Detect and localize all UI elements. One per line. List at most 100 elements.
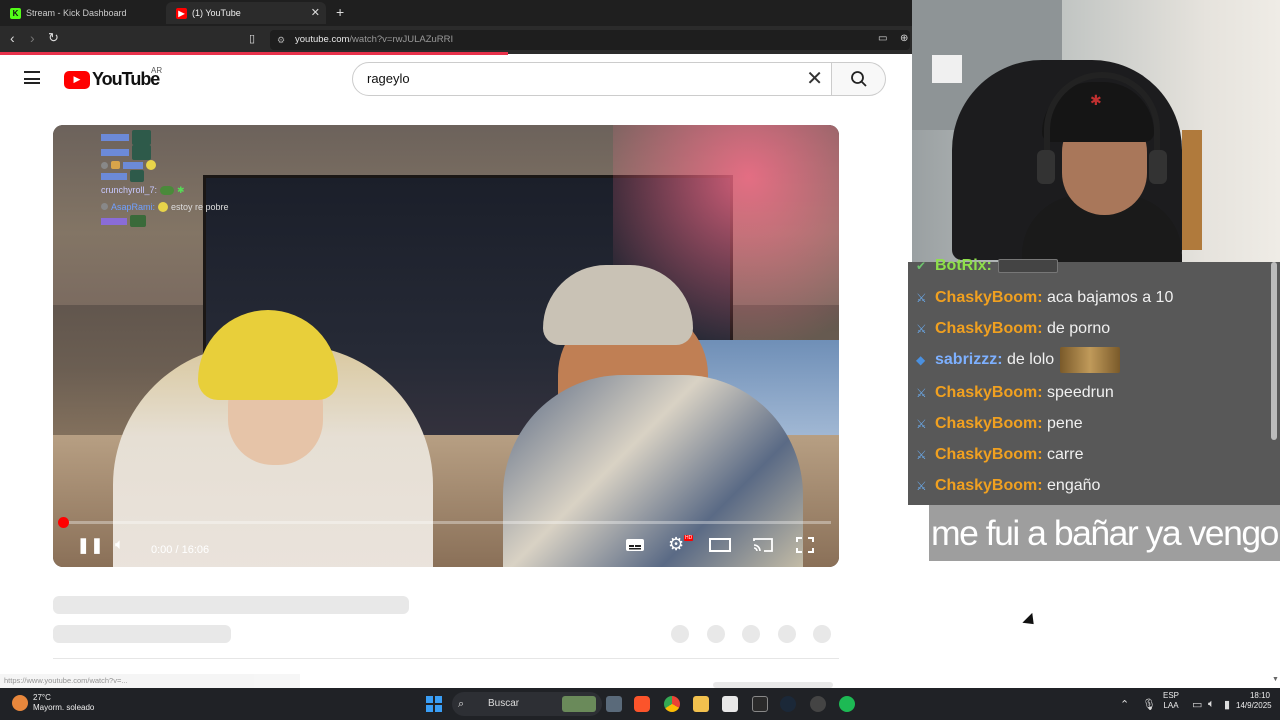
clock[interactable]: 18:10 14/9/2025 [1236,691,1272,711]
overlay-chat-line: crunchyroll_7: ✱ [101,185,185,195]
webcam-paper [932,55,962,83]
microphone-icon[interactable]: 🎙︎ [1142,698,1156,711]
channel-skeleton [53,625,231,643]
close-icon[interactable]: ✕ [311,6,320,19]
webcam-feed: ✱ [912,0,1280,262]
chat-message: ⚔ ChaskyBoom: de porno [916,319,1111,337]
new-tab-button[interactable]: + [336,4,344,20]
youtube-header: ▶ YouTube AR rageylo ✕ [0,55,912,105]
browser-tab-bar: K Stream - Kick Dashboard ▶ (1) YouTube … [0,0,912,26]
sword-badge-icon: ⚔ [916,447,927,462]
forward-icon[interactable]: › [30,30,35,46]
chat-emote [1060,346,1121,373]
site-info-icon[interactable]: ⚙ [277,30,285,50]
youtube-play-icon: ▶ [64,70,90,89]
menu-icon[interactable] [24,71,40,84]
search-input[interactable]: rageylo ✕ [352,62,832,96]
overlay-chat-line [101,170,229,182]
search-icon: ⌕ [458,698,465,710]
tab-youtube[interactable]: ▶ (1) YouTube ✕ [166,2,326,24]
time-display: 0:00 / 16:06 [151,544,210,556]
store-icon[interactable] [722,696,738,712]
address-bar[interactable]: ⚙ youtube.com/watch?v=rwJULAZuRRI [270,30,910,50]
tab-kick-dashboard[interactable]: K Stream - Kick Dashboard [0,2,165,24]
sword-badge-icon: ⚔ [916,478,927,493]
start-icon[interactable] [426,696,442,712]
youtube-wordmark: YouTube [92,69,160,89]
subtitles-icon[interactable] [625,537,645,557]
clear-search-icon[interactable]: ✕ [806,63,823,95]
url-path: /watch?v=rwJULAZuRRI [349,34,454,45]
chat-emote [997,258,1058,273]
spotify-icon[interactable] [839,696,855,712]
screen: K Stream - Kick Dashboard ▶ (1) YouTube … [0,0,1280,720]
title-skeleton [53,596,409,614]
chat-message: ⚔ ChaskyBoom: engaño [916,476,1101,494]
steam-icon[interactable] [780,696,796,712]
weather-icon [12,695,28,711]
url-domain: youtube.com [295,34,350,45]
battery-icon[interactable]: ▮ [1224,698,1230,711]
chrome-icon[interactable] [664,696,680,712]
zoom-icon[interactable]: ⊕ [900,33,908,44]
fullscreen-icon[interactable] [796,537,814,557]
action-skeleton [778,625,796,643]
scroll-down-icon[interactable]: ▼ [1272,676,1279,683]
cast-icon[interactable] [752,537,774,557]
overlay-chat-line: AsapRami: estoy re pobre [101,199,229,216]
overlay-chat-line [101,215,229,227]
cube-badge-icon: ◆ [916,352,926,367]
reload-icon[interactable]: ↻ [48,30,59,46]
status-link: https://www.youtube.com/watch?v=... [0,674,300,688]
video-chat-overlay: crunchyroll_7: ✱ AsapRami: estoy re pobre [101,130,229,227]
language-indicator[interactable]: ESP LAA [1163,691,1179,711]
settings-icon[interactable]: ⚙ [668,534,684,555]
chat-message: ◆ sabrizzz: de lolo [916,344,1121,375]
search-value: rageylo [367,71,410,86]
cast-icon[interactable]: ▭ [878,33,887,44]
chat-message: ⚔ ChaskyBoom: speedrun [916,383,1114,401]
overlay-chat-line [101,160,229,170]
task-view-icon[interactable] [606,696,622,712]
overlay-chat-line [101,130,229,145]
webcam-furniture [1182,130,1202,250]
headphones-icon [1037,72,1167,184]
bookmark-icon[interactable]: ▯ [249,32,255,45]
network-icon[interactable]: ▭ [1192,698,1202,711]
search-icon [850,71,867,87]
video-player[interactable]: crunchyroll_7: ✱ AsapRami: estoy re pobre … [53,125,839,567]
country-code: AR [151,66,163,75]
action-skeleton [742,625,760,643]
player-controls: ❚❚ 🔈︎ 0:00 / 16:06 ⚙ HD [53,530,839,567]
youtube-logo[interactable]: ▶ YouTube [64,69,160,90]
temperature: 27°C [33,693,51,702]
seek-bar[interactable] [61,521,831,524]
search-button[interactable] [832,62,886,96]
taskbar-search[interactable]: ⌕ Buscar [452,692,602,716]
chat-message: ✔ BotRix: [916,250,1058,281]
youtube-icon: ▶ [176,7,187,19]
brave-icon[interactable] [634,696,650,712]
kick-icon: K [10,7,21,19]
divider [53,658,839,659]
brb-caption: me fui a bañar ya vengo [929,505,1280,561]
theater-mode-icon[interactable] [709,537,731,557]
sword-badge-icon: ⚔ [916,290,927,305]
hd-badge: HD [684,535,694,541]
back-icon[interactable]: ‹ [10,30,15,46]
seek-handle[interactable] [58,517,69,528]
sword-badge-icon: ⚔ [916,385,927,400]
volume-icon[interactable]: 🔈︎ [115,536,124,553]
show-hidden-icons[interactable]: ⌃ [1120,698,1129,711]
obs-icon[interactable] [810,696,826,712]
chat-message: ⚔ ChaskyBoom: carre [916,445,1084,463]
action-skeleton [671,625,689,643]
weather-text: Mayorm. soleado [33,703,95,712]
file-explorer-icon[interactable] [693,696,709,712]
chat-scrollbar[interactable] [1271,262,1277,440]
weather-widget[interactable]: 27°C Mayorm. soleado [12,693,94,713]
pause-icon[interactable]: ❚❚ [77,536,104,554]
taskbar: 27°C Mayorm. soleado ⌕ Buscar ⌃ 🎙︎ ESP L… [0,688,1280,720]
volume-icon[interactable]: 🔈︎ [1208,698,1215,711]
epic-games-icon[interactable] [752,696,768,712]
